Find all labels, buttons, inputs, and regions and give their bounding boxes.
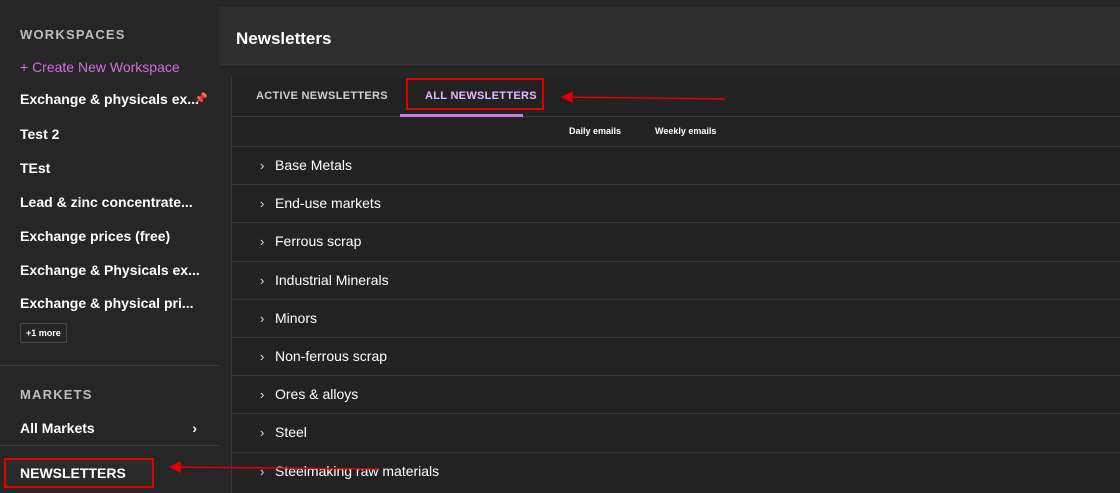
more-workspaces-button[interactable]: +1 more	[20, 323, 67, 343]
sidebar: WORKSPACES + Create New Workspace Exchan…	[0, 0, 219, 493]
active-tab-indicator	[400, 114, 523, 117]
sidebar-divider	[0, 445, 219, 446]
workspace-item[interactable]: Exchange & physical pri...	[20, 295, 210, 311]
main-content: Newsletters ACTIVE NEWSLETTERS ALL NEWSL…	[219, 0, 1120, 493]
list-item[interactable]: › Minors	[232, 298, 1120, 337]
category-label: Base Metals	[275, 157, 353, 173]
category-label: Ferrous scrap	[275, 233, 362, 250]
newsletters-panel: ACTIVE NEWSLETTERS ALL NEWSLETTERS Daily…	[231, 77, 1120, 493]
daily-emails-column[interactable]: Daily emails	[569, 126, 621, 136]
category-label: Steel	[275, 424, 307, 441]
category-label: Industrial Minerals	[275, 271, 389, 288]
workspace-item[interactable]: Exchange & Physicals ex...	[20, 262, 210, 278]
category-label: Minors	[275, 309, 318, 326]
chevron-right-icon: ›	[260, 310, 265, 326]
category-label: Steelmaking raw materials	[275, 462, 440, 479]
chevron-right-icon: ›	[260, 387, 265, 403]
workspace-item[interactable]: Exchange & physicals ex... 📌	[20, 91, 210, 107]
markets-heading: MARKETS	[20, 387, 93, 402]
weekly-emails-column[interactable]: Weekly emails	[655, 126, 716, 136]
list-item[interactable]: › Steelmaking raw materials	[232, 451, 1120, 490]
create-workspace-link[interactable]: + Create New Workspace	[20, 59, 180, 75]
page-header: Newsletters	[219, 7, 1120, 67]
category-label: End-use markets	[275, 195, 381, 212]
workspace-item[interactable]: TEst	[20, 160, 210, 176]
workspaces-heading: WORKSPACES	[20, 27, 126, 42]
workspace-label: Exchange & physicals ex...	[20, 91, 199, 107]
workspace-item[interactable]: Lead & zinc concentrate...	[20, 194, 210, 210]
tab-active-newsletters[interactable]: ACTIVE NEWSLETTERS	[256, 90, 388, 102]
chevron-right-icon: ›	[260, 158, 265, 173]
sidebar-divider	[0, 365, 219, 366]
newsletter-category-list: › Base Metals › End-use markets › Ferrous s…	[232, 146, 1120, 490]
all-markets-item[interactable]: All Markets ›	[20, 420, 210, 436]
list-item[interactable]: › Ferrous scrap	[232, 222, 1120, 260]
list-item[interactable]: › Base Metals	[232, 146, 1120, 184]
chevron-right-icon: ›	[260, 234, 265, 250]
list-item[interactable]: › End-use markets	[232, 184, 1120, 222]
chevron-right-icon: ›	[260, 272, 265, 288]
workspace-item[interactable]: Exchange prices (free)	[20, 228, 210, 244]
list-item[interactable]: › Steel	[232, 413, 1120, 451]
pin-icon[interactable]: 📌	[194, 92, 208, 105]
chevron-right-icon: ›	[260, 425, 265, 441]
workspace-item[interactable]: Test 2	[20, 126, 210, 142]
chevron-right-icon: ›	[260, 463, 265, 479]
annotation-highlight-box	[406, 78, 544, 110]
chevron-right-icon: ›	[260, 348, 265, 364]
category-label: Ores & alloys	[275, 386, 359, 403]
list-item[interactable]: › Ores & alloys	[232, 375, 1120, 413]
page-title: Newsletters	[236, 29, 332, 48]
list-item[interactable]: › Non-ferrous scrap	[232, 336, 1120, 375]
chevron-right-icon: ›	[192, 420, 197, 436]
chevron-right-icon: ›	[260, 196, 265, 212]
category-label: Non-ferrous scrap	[275, 347, 388, 364]
sidebar-item-newsletters[interactable]: NEWSLETTERS	[4, 458, 154, 488]
list-item[interactable]: › Industrial Minerals	[232, 260, 1120, 299]
all-markets-label: All Markets	[20, 420, 95, 436]
tab-bar: ACTIVE NEWSLETTERS ALL NEWSLETTERS	[232, 77, 1120, 117]
